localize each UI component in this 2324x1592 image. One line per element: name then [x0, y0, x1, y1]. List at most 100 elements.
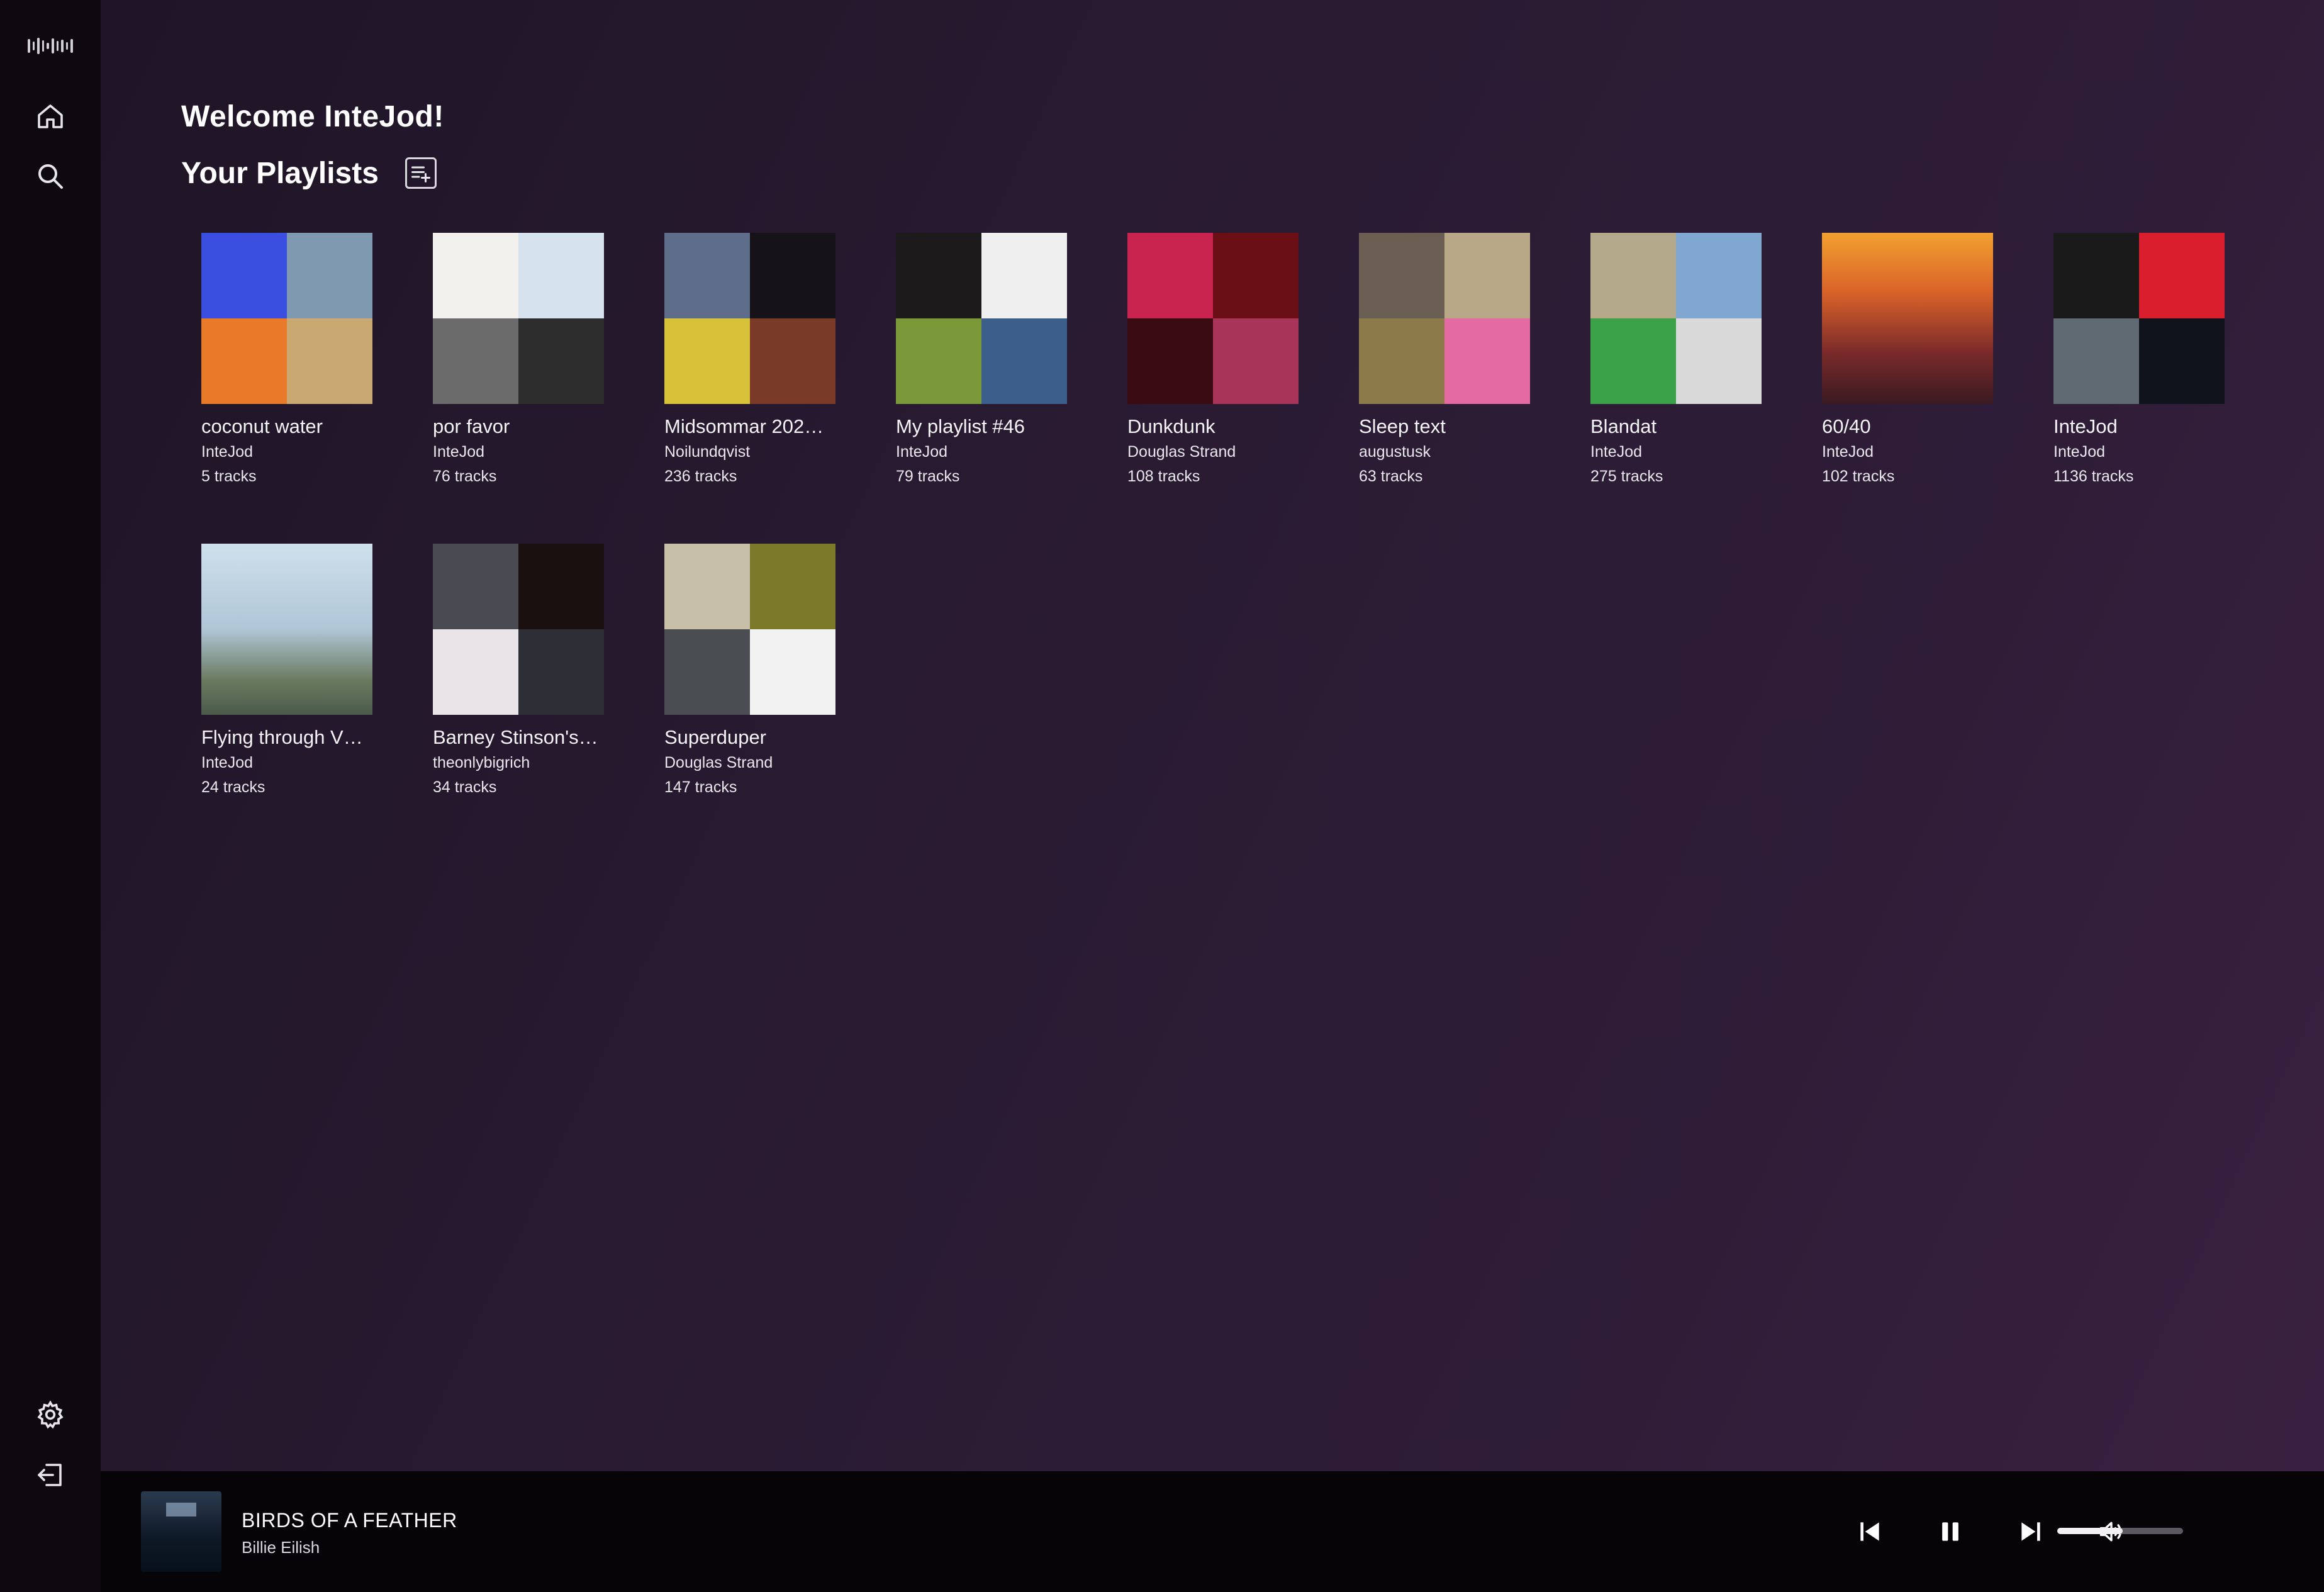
- playlist-cover[interactable]: [2053, 233, 2225, 404]
- playlist-owner: InteJod: [1590, 443, 1643, 461]
- playlist-card[interactable]: 60/40 InteJod 102 tracks: [1822, 233, 1993, 486]
- playlist-owner: augustusk: [1359, 443, 1431, 461]
- playlist-card[interactable]: Barney Stinson's… theonlybigrich 34 tracks: [433, 544, 604, 797]
- playlist-track-count: 275 tracks: [1590, 468, 1663, 485]
- playlist-cover[interactable]: [1359, 233, 1530, 404]
- playlist-cover[interactable]: [664, 233, 835, 404]
- playlist-owner: InteJod: [433, 443, 485, 461]
- volume-slider[interactable]: [2057, 1528, 2183, 1534]
- playlist-track-count: 79 tracks: [896, 468, 960, 485]
- playlist-title[interactable]: Sleep text: [1359, 415, 1530, 438]
- playlist-track-count: 76 tracks: [433, 468, 497, 485]
- album-art-tile: [664, 233, 750, 318]
- playlist-cover[interactable]: [433, 544, 604, 715]
- playlist-grid: coconut water InteJod 5 tracks por favor Int…: [201, 233, 2225, 797]
- album-art-tile: [201, 318, 287, 404]
- album-art-tile: [287, 233, 372, 318]
- playlist-card[interactable]: coconut water InteJod 5 tracks: [201, 233, 372, 486]
- album-art-tile: [2139, 318, 2225, 404]
- skip-next-icon[interactable]: [2012, 1513, 2050, 1550]
- playlist-card[interactable]: My playlist #46 InteJod 79 tracks: [896, 233, 1067, 486]
- gear-icon[interactable]: [31, 1396, 69, 1433]
- now-playing-artist[interactable]: Billie Eilish: [242, 1538, 320, 1557]
- album-art-tile: [896, 318, 981, 404]
- album-art-tile: [433, 233, 518, 318]
- playlist-cover[interactable]: [1127, 233, 1299, 404]
- volume-slider-fill: [2057, 1528, 2123, 1534]
- playlists-heading: Your Playlists: [181, 157, 379, 190]
- album-art-tile: [433, 629, 518, 715]
- album-art-tile: [201, 544, 372, 715]
- playlist-title[interactable]: InteJod: [2053, 415, 2225, 438]
- album-art-tile: [1444, 318, 1530, 404]
- playlist-title[interactable]: por favor: [433, 415, 604, 438]
- album-art-tile: [750, 629, 835, 715]
- home-icon[interactable]: [31, 98, 69, 135]
- playlist-card[interactable]: Blandat InteJod 275 tracks: [1590, 233, 1762, 486]
- playlist-cover[interactable]: [664, 544, 835, 715]
- playlist-card[interactable]: Superduper Douglas Strand 147 tracks: [664, 544, 835, 797]
- playlist-title[interactable]: My playlist #46: [896, 415, 1067, 438]
- playlist-card[interactable]: Sleep text augustusk 63 tracks: [1359, 233, 1530, 486]
- album-art-tile: [1127, 318, 1213, 404]
- playlist-cover[interactable]: [433, 233, 604, 404]
- album-art-tile: [518, 318, 604, 404]
- album-art-tile: [518, 233, 604, 318]
- search-icon[interactable]: [31, 157, 69, 195]
- album-art-tile: [1676, 318, 1762, 404]
- album-art-tile: [1127, 233, 1213, 318]
- album-art-tile: [981, 233, 1067, 318]
- playlist-card[interactable]: Dunkdunk Douglas Strand 108 tracks: [1127, 233, 1299, 486]
- playlist-add-icon[interactable]: [405, 157, 437, 189]
- album-art-tile: [201, 233, 287, 318]
- playlist-owner: Douglas Strand: [664, 754, 773, 771]
- sidebar: [0, 0, 101, 1592]
- album-art-tile: [1590, 318, 1676, 404]
- playlist-track-count: 34 tracks: [433, 778, 497, 796]
- playlist-cover[interactable]: [1590, 233, 1762, 404]
- playlist-owner: InteJod: [1822, 443, 1874, 461]
- album-art-tile: [518, 629, 604, 715]
- now-playing-cover[interactable]: [141, 1491, 221, 1572]
- album-art-tile: [981, 318, 1067, 404]
- playlist-track-count: 102 tracks: [1822, 468, 1895, 485]
- playlist-track-count: 108 tracks: [1127, 468, 1200, 485]
- playlist-card[interactable]: Flying through V… InteJod 24 tracks: [201, 544, 372, 797]
- playlist-track-count: 236 tracks: [664, 468, 737, 485]
- waveform-logo-icon: [28, 36, 73, 55]
- playlist-title[interactable]: coconut water: [201, 415, 372, 438]
- skip-previous-icon[interactable]: [1851, 1513, 1889, 1550]
- album-art-tile: [1590, 233, 1676, 318]
- playlist-card[interactable]: Midsommar 202… Noilundqvist 236 tracks: [664, 233, 835, 486]
- album-art-tile: [433, 544, 518, 629]
- album-art-tile: [1676, 233, 1762, 318]
- playlist-track-count: 5 tracks: [201, 468, 257, 485]
- playlist-card[interactable]: por favor InteJod 76 tracks: [433, 233, 604, 486]
- logout-icon[interactable]: [31, 1456, 69, 1494]
- playlist-title[interactable]: Midsommar 202…: [664, 415, 835, 438]
- playlist-title[interactable]: Superduper: [664, 726, 835, 749]
- playlist-title[interactable]: Blandat: [1590, 415, 1762, 438]
- album-art-tile: [750, 318, 835, 404]
- playlist-cover[interactable]: [201, 544, 372, 715]
- album-art-tile: [433, 318, 518, 404]
- player-bar: BIRDS OF A FEATHER Billie Eilish: [101, 1471, 2324, 1592]
- playlist-cover[interactable]: [201, 233, 372, 404]
- playlist-card[interactable]: InteJod InteJod 1136 tracks: [2053, 233, 2225, 486]
- now-playing-title[interactable]: BIRDS OF A FEATHER: [242, 1509, 457, 1532]
- playlist-owner: InteJod: [201, 443, 254, 461]
- pause-icon[interactable]: [1931, 1513, 1969, 1550]
- welcome-heading: Welcome InteJod!: [181, 100, 444, 133]
- playlist-title[interactable]: Flying through V…: [201, 726, 372, 749]
- playlist-title[interactable]: Dunkdunk: [1127, 415, 1299, 438]
- album-art-tile: [1359, 233, 1444, 318]
- playlist-title[interactable]: 60/40: [1822, 415, 1993, 438]
- album-art-tile: [1359, 318, 1444, 404]
- playlist-cover[interactable]: [1822, 233, 1993, 404]
- playlist-owner: theonlybigrich: [433, 754, 530, 771]
- playlist-title[interactable]: Barney Stinson's…: [433, 726, 604, 749]
- playlist-cover[interactable]: [896, 233, 1067, 404]
- playlist-track-count: 24 tracks: [201, 778, 265, 796]
- playlist-owner: InteJod: [896, 443, 948, 461]
- main-content: Welcome InteJod! Your Playlists coconut …: [101, 0, 2324, 1471]
